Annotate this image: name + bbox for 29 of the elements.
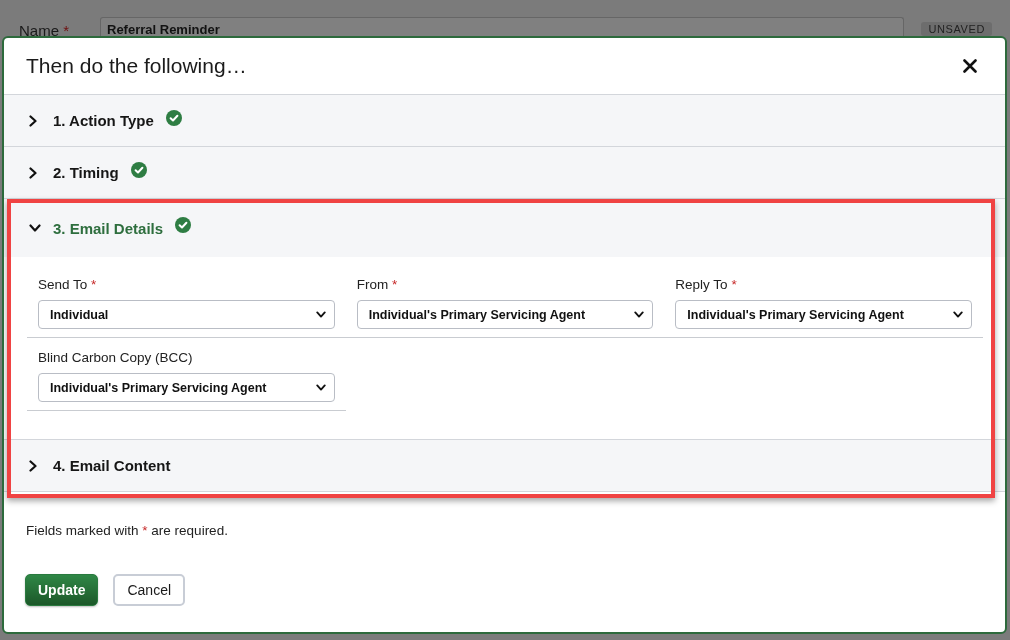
cancel-button[interactable]: Cancel	[113, 574, 186, 606]
chevron-down-icon	[315, 311, 326, 318]
chevron-right-icon	[29, 114, 37, 127]
dropdown[interactable]: Individual	[38, 300, 335, 329]
accordion-header[interactable]: 1. Action Type	[4, 95, 1005, 147]
name-field[interactable]: Referral Reminder	[100, 17, 905, 37]
required-note: Fields marked with * are required.	[26, 522, 228, 540]
field-label: Blind Carbon Copy (BCC)	[38, 350, 194, 366]
dropdown[interactable]: Individual's Primary Servicing Agent	[38, 373, 335, 402]
field-label: Reply To *	[675, 277, 738, 293]
chevron-down-icon	[953, 311, 963, 318]
chevron-right-icon	[29, 459, 37, 472]
dropdown[interactable]: Individual's Primary Servicing Agent	[356, 300, 654, 329]
field-label: From *	[356, 277, 399, 293]
chevron-down-icon	[29, 224, 41, 232]
close-icon	[963, 59, 977, 73]
chevron-down-icon	[315, 384, 326, 391]
dropdown[interactable]: Individual's Primary Servicing Agent	[675, 300, 972, 329]
status-badge: UNSAVED	[921, 22, 992, 36]
accordion-header[interactable]: 4. Email Content	[4, 440, 1005, 492]
close-button[interactable]	[963, 59, 977, 73]
chevron-right-icon	[29, 166, 37, 179]
accordion-header[interactable]: 3. Email Details	[4, 199, 1005, 257]
field-label: Name *	[19, 22, 71, 40]
dialog-title: Then do the following…	[26, 54, 247, 78]
update-button[interactable]: Update	[25, 574, 99, 606]
field-label: Send To *	[38, 277, 98, 293]
chevron-down-icon	[634, 311, 645, 318]
accordion-header[interactable]: 2. Timing	[4, 147, 1005, 199]
